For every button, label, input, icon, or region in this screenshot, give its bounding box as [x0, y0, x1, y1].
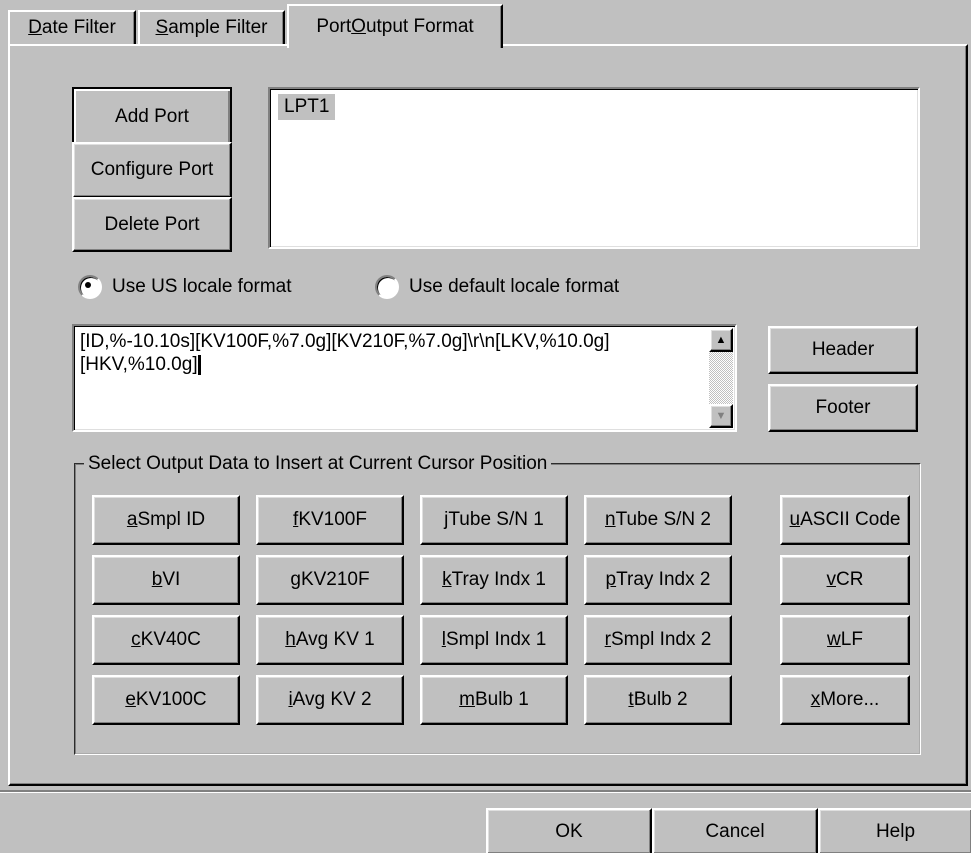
text-cursor [197, 354, 201, 375]
radio-button-selected[interactable] [78, 275, 102, 299]
footer-label: Footer [815, 397, 871, 418]
insert-more-button[interactable]: x More... [780, 675, 910, 725]
insert-ascii-code-button[interactable]: u ASCII Code [780, 495, 910, 545]
insert-tray-indx2-button[interactable]: p Tray Indx 2 [584, 555, 732, 605]
footer-button[interactable]: Footer [768, 384, 918, 432]
configure-port-button[interactable]: Configure Port [72, 142, 232, 198]
insert-smpl-indx2-button[interactable]: r Smpl Indx 2 [584, 615, 732, 665]
insert-vi-button[interactable]: b VI [92, 555, 240, 605]
insert-kv40c-button[interactable]: c KV40C [92, 615, 240, 665]
groupbox-label: Select Output Data to Insert at Current … [84, 452, 552, 476]
radio-default-label: Use default locale format [409, 276, 620, 297]
port-list-item[interactable]: LPT1 [278, 94, 336, 120]
scroll-down-icon[interactable]: ▼ [709, 404, 733, 428]
add-port-button[interactable]: Add Port [72, 87, 232, 147]
format-scrollbar[interactable]: ▲ ▼ [709, 328, 733, 428]
radio-default-locale[interactable]: Use default locale format [375, 273, 695, 301]
tab-date-filter[interactable]: Date Filter [8, 10, 136, 44]
format-textarea[interactable]: [ID,%-10.10s][KV100F,%7.0g][KV210F,%7.0g… [72, 324, 737, 432]
scroll-track[interactable] [709, 352, 733, 404]
radio-us-locale[interactable]: Use US locale format [78, 273, 338, 301]
delete-port-button[interactable]: Delete Port [72, 197, 232, 252]
insert-smpl-indx1-button[interactable]: l Smpl Indx 1 [420, 615, 568, 665]
insert-bulb2-button[interactable]: t Bulb 2 [584, 675, 732, 725]
port-listbox[interactable]: LPT1 [268, 87, 920, 249]
insert-bulb1-button[interactable]: m Bulb 1 [420, 675, 568, 725]
tab-sample-filter[interactable]: Sample Filter [138, 10, 285, 44]
help-button[interactable]: Help [818, 808, 971, 853]
output-data-buttons: a Smpl ID f KV100F j Tube S/N 1 n Tube S… [92, 495, 912, 735]
header-label: Header [811, 339, 875, 360]
radio-button[interactable] [375, 275, 399, 299]
insert-kv210f-button[interactable]: g KV210F [256, 555, 404, 605]
tab-port-output-format[interactable]: Port Output Format [287, 4, 503, 48]
format-text-line: [ID,%-10.10s][KV100F,%7.0g][KV210F,%7.0g… [80, 331, 610, 352]
insert-tray-indx1-button[interactable]: k Tray Indx 1 [420, 555, 568, 605]
tab-label: ample Filter [168, 17, 268, 38]
add-port-label: Add Port [115, 106, 189, 127]
ok-label: OK [555, 820, 583, 842]
tab-label: utput Format [365, 16, 474, 37]
ok-button[interactable]: OK [486, 808, 652, 853]
format-text: [ID,%-10.10s][KV100F,%7.0g][KV210F,%7.0g… [80, 330, 700, 376]
insert-avg-kv2-button[interactable]: i Avg KV 2 [256, 675, 404, 725]
radio-dot-icon [85, 282, 91, 288]
format-text-line-cursor: [HKV,%10.0g] [80, 353, 700, 376]
port-list-item-label: LPT1 [284, 96, 330, 117]
radio-us-label: Use US locale format [112, 276, 292, 297]
insert-kv100f-button[interactable]: f KV100F [256, 495, 404, 545]
insert-avg-kv1-button[interactable]: h Avg KV 1 [256, 615, 404, 665]
insert-tube-sn1-button[interactable]: j Tube S/N 1 [420, 495, 568, 545]
cancel-label: Cancel [705, 820, 765, 842]
configure-port-label: Configure Port [90, 159, 214, 180]
tab-label: ate Filter [41, 17, 116, 38]
insert-cr-button[interactable]: v CR [780, 555, 910, 605]
delete-port-label: Delete Port [104, 213, 200, 235]
insert-smpl-id-button[interactable]: a Smpl ID [92, 495, 240, 545]
header-button[interactable]: Header [768, 326, 918, 374]
insert-lf-button[interactable]: w LF [780, 615, 910, 665]
tab-accel: O [351, 16, 366, 37]
insert-kv100c-button[interactable]: e KV100C [92, 675, 240, 725]
help-label: Help [875, 820, 916, 842]
cancel-button[interactable]: Cancel [652, 808, 818, 853]
insert-tube-sn2-button[interactable]: n Tube S/N 2 [584, 495, 732, 545]
tab-label: Port [316, 16, 352, 37]
scroll-up-icon[interactable]: ▲ [709, 328, 733, 352]
tab-accel: S [155, 17, 169, 38]
tab-accel: D [28, 17, 42, 38]
